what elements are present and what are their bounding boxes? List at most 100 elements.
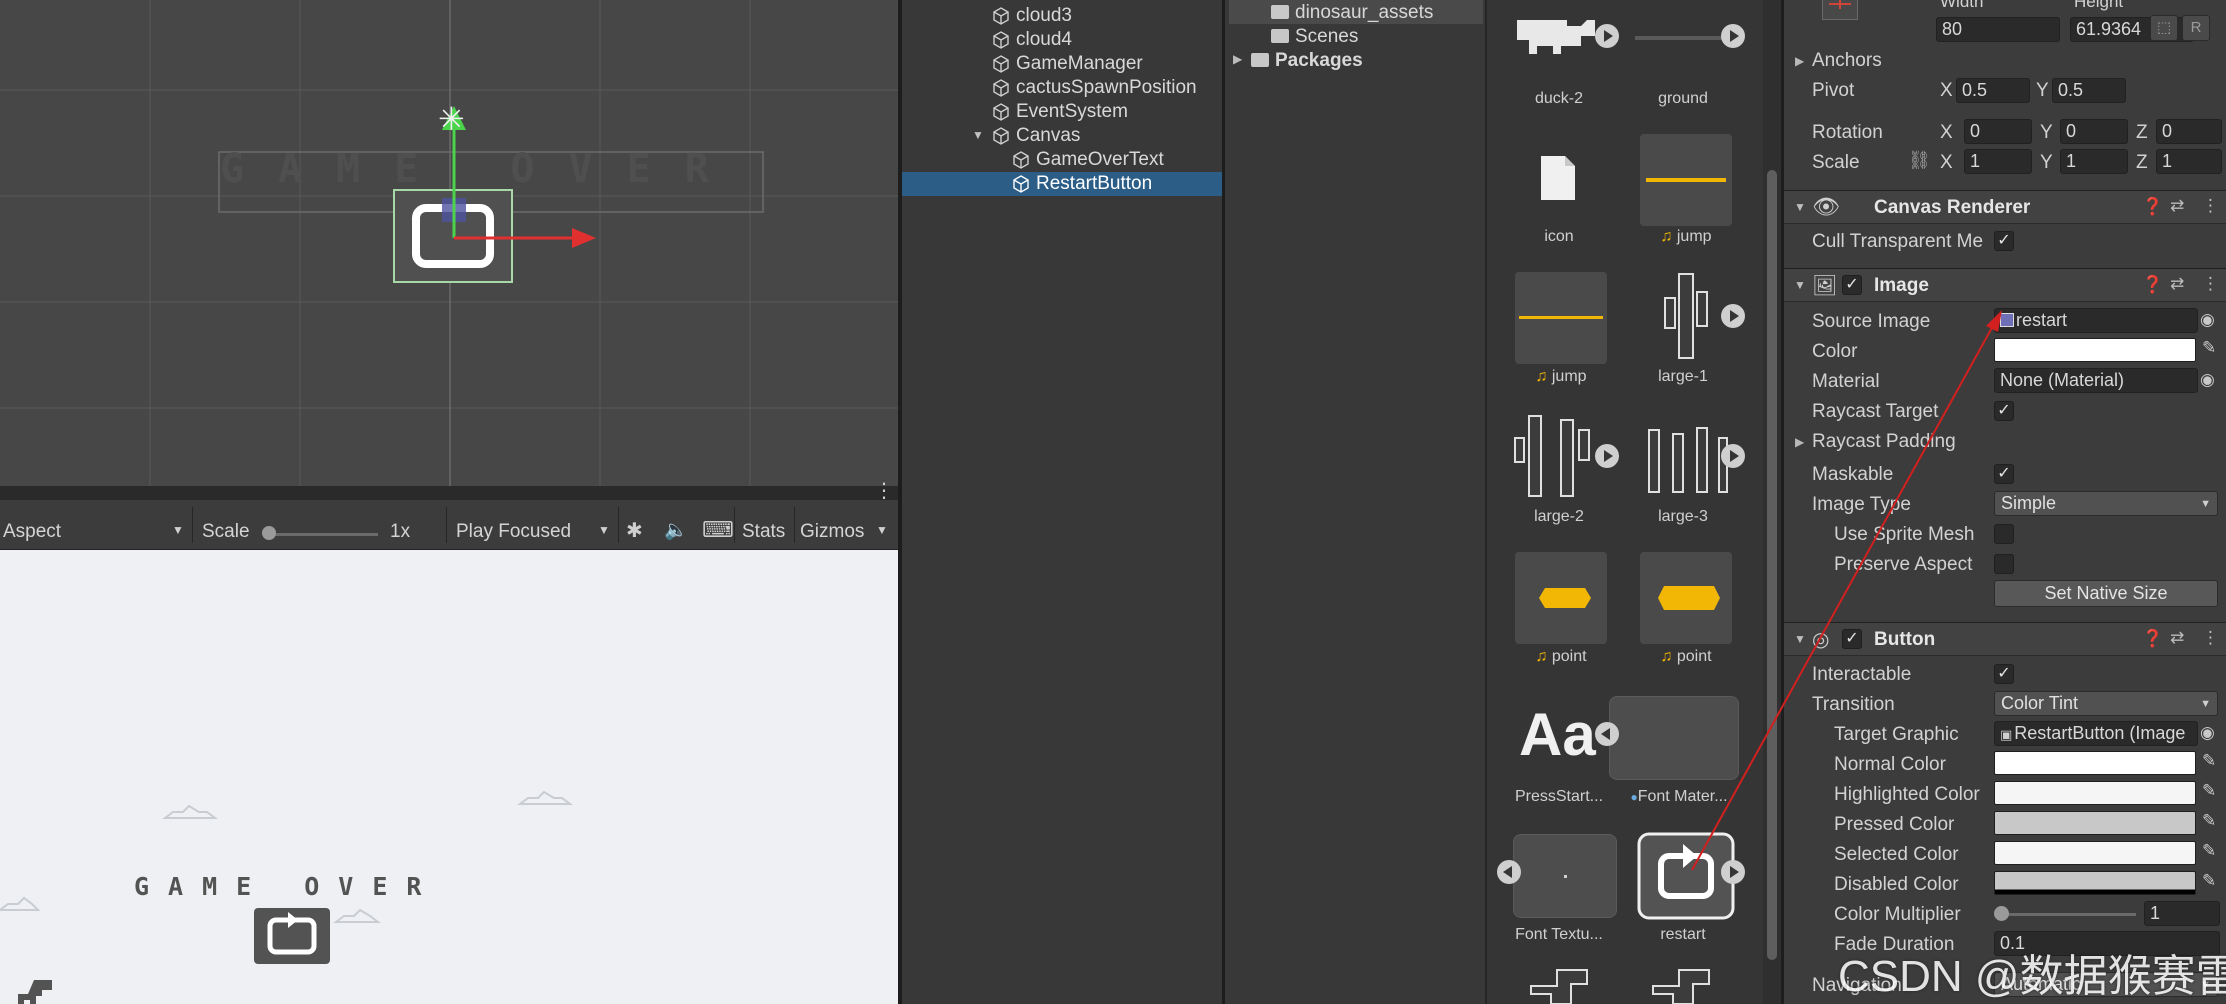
image-type-dropdown[interactable]: Simple [1994, 491, 2218, 516]
asset-thumb-icon[interactable] [1539, 154, 1577, 202]
asset-label-duck-2: duck-2 [1534, 90, 1584, 107]
constrain-proportions-link-icon[interactable]: ⛓ [1908, 150, 1931, 171]
scale-x-field[interactable]: 1 [1964, 149, 2032, 174]
game-view[interactable]: GAME OVER [0, 550, 898, 1004]
eyedropper-icon[interactable]: ✎ [2202, 751, 2216, 771]
aspect-dropdown[interactable]: Aspect [3, 521, 61, 543]
collapse-arrow-icon[interactable]: ▼ [1794, 278, 1806, 292]
scale-y-field[interactable]: 1 [2060, 149, 2128, 174]
asset-thumb-dino-1[interactable] [1527, 966, 1597, 1004]
eyedropper-icon[interactable]: ✎ [2202, 871, 2216, 891]
anchors-label[interactable]: Anchors [1812, 50, 1882, 72]
asset-expand-icon[interactable] [1595, 24, 1619, 48]
help-icon[interactable]: ❓ [2142, 197, 2163, 217]
restart-button[interactable] [254, 908, 330, 964]
collapse-arrow-icon[interactable]: ▼ [1794, 200, 1806, 214]
asset-collapse-icon[interactable] [1497, 860, 1521, 884]
object-picker-icon[interactable]: ◉ [2200, 723, 2215, 743]
color-swatch[interactable] [1994, 338, 2196, 362]
scale-slider-track[interactable] [266, 533, 378, 536]
cull-transparent-label: Cull Transparent Me [1812, 231, 1984, 252]
asset-thumb-jump-waveform[interactable] [1640, 134, 1732, 226]
gizmos-button[interactable]: Gizmos [800, 521, 864, 543]
hierarchy-item-cloud3[interactable]: cloud3 [992, 4, 1072, 28]
hierarchy-item-restartbutton[interactable]: RestartButton [1012, 172, 1152, 196]
color-multiplier-slider-track[interactable] [2000, 913, 2136, 916]
raw-edit-mode-icon[interactable]: R [2182, 15, 2210, 41]
blueprint-mode-icon[interactable]: ⬚ [2150, 15, 2178, 41]
eyedropper-icon[interactable]: ✎ [2202, 781, 2216, 801]
image-header[interactable]: ▼ 🖼 ✓ Image ❓ ⇄ ⋮ [1784, 268, 2226, 302]
hierarchy-item-canvas[interactable]: Canvas [992, 124, 1080, 148]
help-icon[interactable]: ❓ [2142, 629, 2163, 649]
hierarchy-item-eventsystem[interactable]: EventSystem [992, 100, 1128, 124]
folder-item-packages[interactable]: Packages [1251, 50, 1363, 72]
component-menu-icon[interactable]: ⋮ [2202, 196, 2219, 216]
cull-transparent-checkbox[interactable]: ✓ [1994, 231, 2014, 251]
asset-thumb-ground[interactable] [1635, 36, 1725, 40]
presets-icon[interactable]: ⇄ [2170, 628, 2184, 648]
component-menu-icon[interactable]: ⋮ [2202, 274, 2219, 294]
selected-color-swatch[interactable] [1994, 841, 2196, 865]
component-menu-icon[interactable]: ⋮ [2202, 628, 2219, 648]
pivot-x-field[interactable]: 0.5 [1956, 78, 2030, 103]
material-field[interactable]: None (Material) [1994, 368, 2198, 393]
anchors-expand-icon[interactable]: ▶ [1795, 54, 1804, 68]
scale-slider-handle[interactable] [262, 526, 276, 540]
folder-item-scenes[interactable]: Scenes [1271, 26, 1358, 48]
asset-thumb-duck-2[interactable] [1513, 8, 1605, 68]
asset-collapse-icon[interactable] [1595, 722, 1619, 746]
hierarchy-item-gameovertext[interactable]: GameOverText [1012, 148, 1164, 172]
audio-mute-icon[interactable]: 🔈 [664, 518, 688, 542]
rotation-x-field[interactable]: 0 [1964, 119, 2032, 144]
eye-icon: 👁 [1812, 194, 1840, 219]
set-native-size-button[interactable]: Set Native Size [1994, 580, 2218, 607]
rotation-z-field[interactable]: 0 [2156, 119, 2222, 144]
asset-thumb-font-icon[interactable]: Aa [1519, 700, 1596, 769]
color-multiplier-field[interactable]: 1 [2144, 901, 2220, 926]
pressed-color-swatch[interactable] [1994, 811, 2196, 835]
disabled-color-swatch[interactable] [1994, 871, 2196, 895]
asset-expand-icon[interactable] [1721, 24, 1745, 48]
asset-thumb-font-texture[interactable] [1513, 834, 1617, 918]
canvas-expand-arrow-icon[interactable]: ▼ [972, 128, 984, 142]
rotation-y-label: Y [2040, 122, 2053, 143]
pivot-y-field[interactable]: 0.5 [2052, 78, 2126, 103]
object-picker-icon[interactable]: ◉ [2200, 310, 2215, 330]
eyedropper-icon[interactable]: ✎ [2202, 841, 2216, 861]
source-image-field[interactable]: restart [1994, 308, 2198, 333]
anchor-preset-icon[interactable] [1822, 0, 1858, 20]
keyboard-icon[interactable]: ⌨ [702, 517, 734, 543]
folder-item-dinosaur-assets[interactable]: dinosaur_assets [1271, 2, 1433, 24]
asset-label-point-1: ♫ point [1535, 648, 1587, 665]
hierarchy-item-gamemanager[interactable]: GameManager [992, 52, 1143, 76]
asset-thumb-jump-clip[interactable] [1515, 272, 1607, 364]
presets-icon[interactable]: ⇄ [2170, 196, 2184, 216]
hierarchy-item-cactusspawnposition[interactable]: cactusSpawnPosition [992, 76, 1197, 100]
asset-expand-icon[interactable] [1595, 444, 1619, 468]
canvas-renderer-header[interactable]: ▼ 👁 Canvas Renderer ❓ ⇄ ⋮ [1784, 190, 2226, 224]
eyedropper-icon[interactable]: ✎ [2202, 811, 2216, 831]
eyedropper-icon[interactable]: ✎ [2202, 338, 2216, 358]
help-icon[interactable]: ❓ [2142, 275, 2163, 295]
width-field[interactable]: 80 [1936, 17, 2060, 42]
object-picker-icon[interactable]: ◉ [2200, 370, 2215, 390]
highlighted-color-swatch[interactable] [1994, 781, 2196, 805]
scene-view[interactable]: GAME OVER ✳ [0, 0, 898, 486]
gizmos-chevron-icon[interactable]: ▼ [876, 523, 888, 537]
asset-thumb-point-1[interactable] [1515, 552, 1607, 644]
rotation-y-field[interactable]: 0 [2060, 119, 2128, 144]
normal-color-swatch[interactable] [1994, 751, 2196, 775]
image-enabled-checkbox[interactable]: ✓ [1842, 275, 1862, 295]
scale-z-field[interactable]: 1 [2156, 149, 2222, 174]
target-graphic-field[interactable]: ▣ RestartButton (Image [1994, 721, 2198, 746]
color-multiplier-slider-handle[interactable] [1994, 906, 2009, 921]
bug-icon[interactable]: ✱ [626, 518, 643, 543]
transition-dropdown[interactable]: Color Tint [1994, 691, 2218, 716]
presets-icon[interactable]: ⇄ [2170, 274, 2184, 294]
asset-thumb-dino-2[interactable] [1649, 966, 1719, 1004]
hierarchy-item-cloud4[interactable]: cloud4 [992, 28, 1072, 52]
play-focused-dropdown[interactable]: Play Focused [456, 521, 571, 543]
stats-button[interactable]: Stats [742, 521, 785, 543]
folder-expand-arrow-icon[interactable]: ▶ [1233, 52, 1242, 66]
